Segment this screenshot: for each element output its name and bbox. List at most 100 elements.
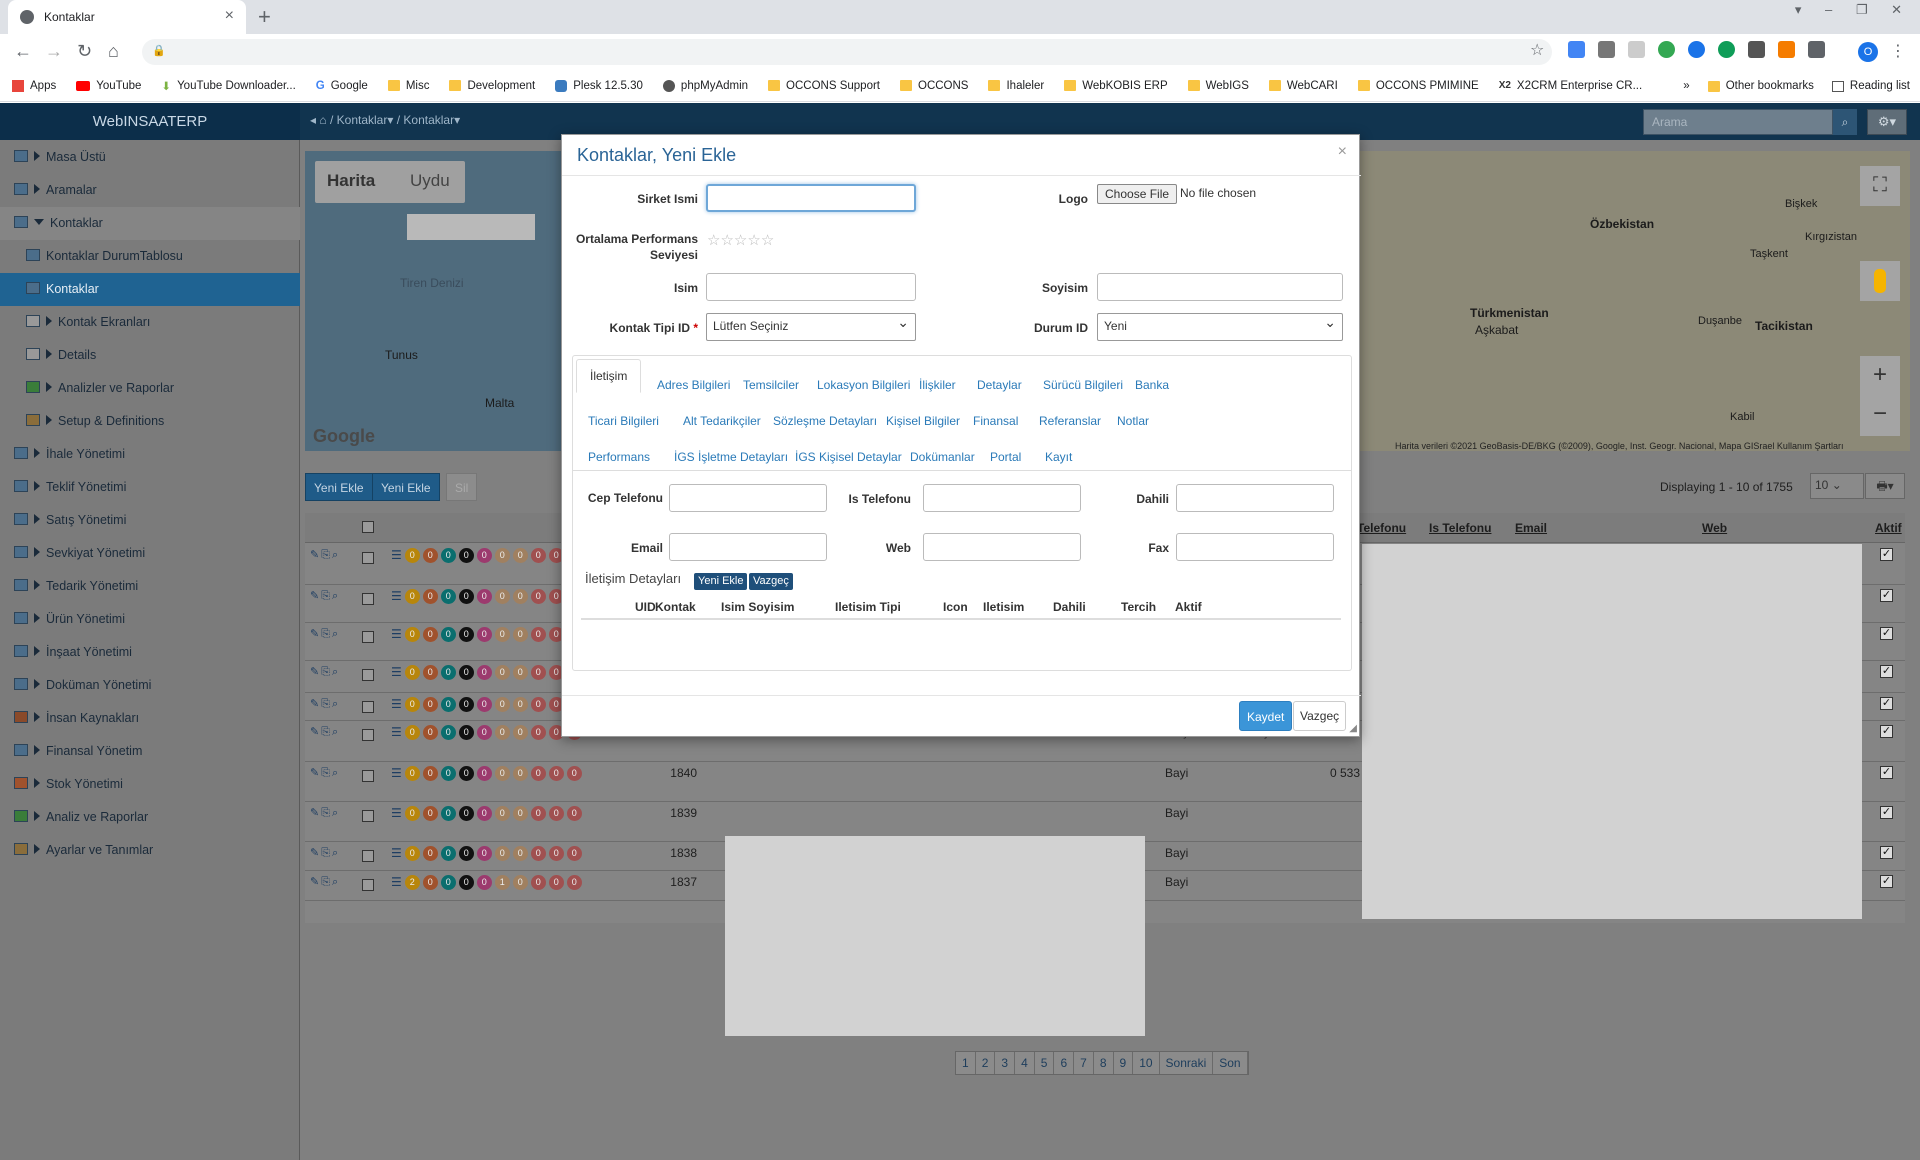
status-badge[interactable]: 0: [494, 697, 510, 712]
status-badge[interactable]: 2: [404, 875, 420, 890]
copy-icon[interactable]: ⎘: [321, 590, 332, 602]
status-badge[interactable]: 0: [404, 548, 420, 563]
detail-col[interactable]: Dahili: [1053, 600, 1086, 614]
bookmark-webcari[interactable]: WebCARI: [1268, 80, 1338, 92]
aktif-checkbox[interactable]: ✓: [1880, 697, 1893, 710]
back-icon[interactable]: ←: [14, 41, 32, 62]
row-checkbox[interactable]: [362, 770, 374, 782]
status-badge[interactable]: 0: [422, 589, 438, 604]
status-badge[interactable]: 0: [440, 697, 456, 712]
detail-col[interactable]: Isim Soyisim: [721, 600, 794, 614]
globe-icon[interactable]: [1718, 41, 1735, 58]
status-badge[interactable]: 0: [476, 627, 492, 642]
sidebar-item-kontaklar[interactable]: Kontaklar: [0, 273, 300, 306]
status-badge[interactable]: 0: [548, 846, 564, 861]
window-controls[interactable]: ▾ ‒ ❐ ✕: [1795, 2, 1912, 18]
status-badge[interactable]: 0: [494, 627, 510, 642]
tab-5[interactable]: Detaylar: [977, 378, 1022, 392]
status-badge[interactable]: 0: [476, 725, 492, 740]
aktif-checkbox[interactable]: ✓: [1880, 875, 1893, 888]
status-badge[interactable]: 0: [548, 875, 564, 890]
status-badge[interactable]: 0: [566, 766, 582, 781]
list-icon[interactable]: ☰: [391, 627, 402, 642]
sidebar-item-ayarlar[interactable]: Ayarlar ve Tanımlar: [0, 834, 300, 867]
delete-button[interactable]: Sil: [446, 473, 478, 501]
tab-4[interactable]: İlişkiler: [919, 378, 956, 392]
close-tab-icon[interactable]: ×: [225, 7, 234, 25]
breadcrumb-item[interactable]: Kontaklar: [403, 113, 454, 127]
copy-icon[interactable]: ⎘: [321, 767, 332, 779]
tab-18[interactable]: Dokümanlar: [910, 450, 975, 464]
row-checkbox[interactable]: [362, 850, 374, 862]
list-icon[interactable]: ☰: [391, 725, 402, 740]
sidebar-item-insan-kaynaklari[interactable]: İnsan Kaynakları: [0, 702, 300, 735]
map-type-uydu[interactable]: Uydu: [410, 171, 450, 191]
view-icon[interactable]: ⌕: [332, 876, 340, 888]
sidebar-item-insaat[interactable]: İnşaat Yönetimi: [0, 636, 300, 669]
status-badge[interactable]: 0: [530, 806, 546, 821]
edit-icon[interactable]: ✎: [310, 628, 321, 640]
status-badge[interactable]: 0: [440, 627, 456, 642]
status-badge[interactable]: 0: [512, 846, 528, 861]
status-badge[interactable]: 0: [512, 697, 528, 712]
detay-cancel-button[interactable]: Vazgeç: [749, 573, 793, 590]
select-all-checkbox[interactable]: [362, 521, 374, 533]
aktif-checkbox[interactable]: ✓: [1880, 846, 1893, 859]
view-icon[interactable]: ⌕: [332, 628, 340, 640]
sirket-input[interactable]: [706, 184, 916, 212]
tab-8[interactable]: Ticari Bilgileri: [588, 414, 659, 428]
status-badge[interactable]: 0: [530, 548, 546, 563]
reading-list[interactable]: Reading list: [1831, 80, 1910, 92]
grid-ext-icon[interactable]: [1748, 41, 1765, 58]
detay-add-button[interactable]: Yeni Ekle: [694, 573, 748, 590]
status-badge[interactable]: 0: [440, 548, 456, 563]
sidebar-item-aramalar[interactable]: Aramalar: [0, 174, 300, 207]
status-badge[interactable]: 0: [422, 806, 438, 821]
view-icon[interactable]: ⌕: [332, 549, 340, 561]
page-link[interactable]: 5: [1034, 1052, 1055, 1074]
page-link[interactable]: Sonraki: [1159, 1052, 1214, 1074]
status-badge[interactable]: 0: [422, 846, 438, 861]
col-web[interactable]: Web: [1702, 521, 1727, 535]
is-telefonu-input[interactable]: [923, 484, 1081, 512]
status-badge[interactable]: 0: [530, 697, 546, 712]
sidebar-item-setup[interactable]: Setup & Definitions: [0, 405, 300, 438]
list-icon[interactable]: ☰: [391, 665, 402, 680]
copy-icon[interactable]: ⎘: [321, 726, 332, 738]
status-badge[interactable]: 0: [476, 697, 492, 712]
bookmark-apps[interactable]: Apps: [12, 79, 56, 92]
page-link[interactable]: 10: [1133, 1052, 1160, 1074]
list-icon[interactable]: ☰: [391, 766, 402, 781]
status-badge[interactable]: 0: [476, 875, 492, 890]
tab-1[interactable]: Adres Bilgileri: [657, 378, 730, 392]
tab-10[interactable]: Sözleşme Detayları: [773, 414, 877, 428]
cep-telefonu-input[interactable]: [669, 484, 827, 512]
status-badge[interactable]: 0: [422, 725, 438, 740]
edit-icon[interactable]: ✎: [310, 666, 321, 678]
sidebar-item-stok[interactable]: Stok Yönetimi: [0, 768, 300, 801]
view-icon[interactable]: ⌕: [332, 666, 340, 678]
status-badge[interactable]: 0: [422, 548, 438, 563]
status-badge[interactable]: 0: [512, 875, 528, 890]
star-icon[interactable]: ☆: [761, 232, 774, 249]
search-icon[interactable]: ⌕: [1833, 109, 1857, 135]
tab-7[interactable]: Banka: [1135, 378, 1169, 392]
status-badge[interactable]: 0: [494, 589, 510, 604]
view-icon[interactable]: ⌕: [332, 767, 340, 779]
list-icon[interactable]: ☰: [391, 846, 402, 861]
reload-icon[interactable]: ↻: [77, 41, 92, 62]
puzzle-icon[interactable]: [1808, 41, 1825, 58]
bookmark-occons-pmimine[interactable]: OCCONS PMIMINE: [1357, 80, 1479, 92]
sidebar-item-satis[interactable]: Satış Yönetimi: [0, 504, 300, 537]
bookmark-misc[interactable]: Misc: [387, 80, 429, 92]
aktif-checkbox[interactable]: ✓: [1880, 806, 1893, 819]
recycle-icon[interactable]: [1598, 41, 1615, 58]
status-badge[interactable]: 0: [458, 589, 474, 604]
resize-grip-icon[interactable]: ◢: [1349, 723, 1357, 734]
page-link[interactable]: 6: [1054, 1052, 1075, 1074]
copy-icon[interactable]: ⎘: [321, 628, 332, 640]
status-badge[interactable]: 0: [530, 766, 546, 781]
list-icon[interactable]: ☰: [391, 806, 402, 821]
tab-2[interactable]: Temsilciler: [743, 378, 799, 392]
status-badge[interactable]: 0: [440, 725, 456, 740]
